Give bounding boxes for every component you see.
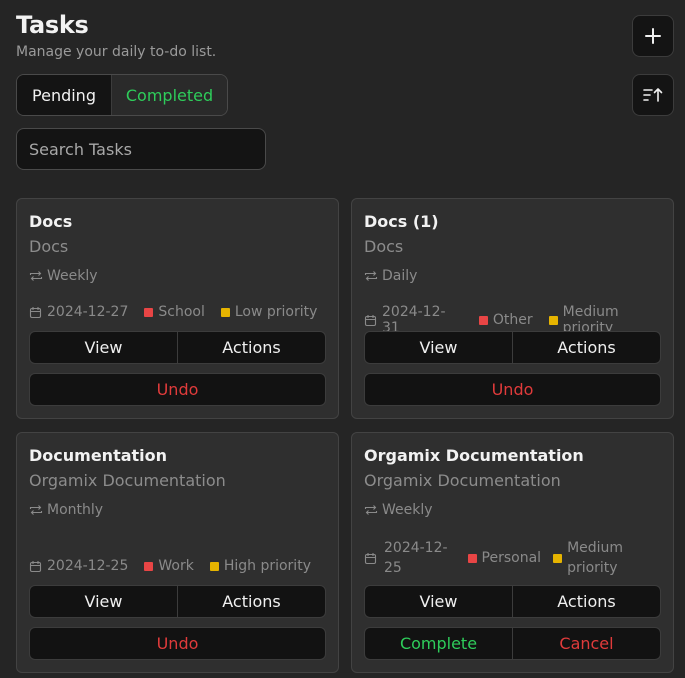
task-priority: High priority	[223, 558, 311, 574]
status-tabs: Pending Completed	[16, 74, 228, 116]
tab-completed[interactable]: Completed	[111, 75, 227, 115]
actions-button[interactable]: Actions	[177, 332, 325, 363]
task-complete-cancel: Complete Cancel	[364, 627, 661, 660]
task-date-line-1: 2024-12-	[384, 540, 448, 556]
repeat-label: Monthly	[47, 502, 104, 518]
sort-ascending-icon	[642, 86, 664, 104]
task-title: Docs (1)	[364, 212, 439, 231]
page-title: Tasks	[16, 11, 89, 39]
calendar-icon	[29, 560, 42, 573]
view-button[interactable]: View	[30, 332, 177, 363]
task-card: Docs (1) Docs Daily 2024-12-31 Other Med…	[351, 198, 674, 419]
priority-color-square	[553, 553, 563, 563]
task-date: 2024-12-27	[47, 304, 129, 320]
task-description: Docs	[364, 237, 404, 256]
task-repeat: Daily	[364, 268, 417, 284]
calendar-icon	[364, 314, 377, 327]
repeat-label: Weekly	[47, 268, 98, 284]
task-priority: Medium priority	[567, 538, 623, 578]
task-card: Docs Docs Weekly 2024-12-27 School Low p…	[16, 198, 339, 419]
plus-icon	[644, 27, 662, 45]
priority-color-square	[220, 307, 230, 317]
add-task-button[interactable]	[632, 15, 674, 57]
repeat-label: Weekly	[382, 502, 433, 518]
calendar-icon	[364, 552, 377, 565]
task-repeat: Weekly	[29, 268, 98, 284]
repeat-icon	[29, 504, 43, 516]
undo-button[interactable]: Undo	[29, 627, 326, 660]
task-repeat: Weekly	[364, 502, 433, 518]
undo-button[interactable]: Undo	[364, 373, 661, 406]
category-color-square	[144, 561, 154, 571]
task-description: Docs	[29, 237, 69, 256]
repeat-icon	[364, 504, 378, 516]
task-meta: 2024-12-27 School Low priority	[29, 304, 317, 320]
task-date-line-2: 25	[384, 560, 402, 576]
task-title: Orgamix Documentation	[364, 446, 584, 465]
page-subtitle: Manage your daily to-do list.	[16, 44, 217, 60]
complete-button[interactable]: Complete	[365, 628, 512, 659]
priority-color-square	[209, 561, 219, 571]
sort-button[interactable]	[632, 74, 674, 116]
task-buttons: View Actions	[364, 585, 661, 618]
repeat-icon	[364, 270, 378, 282]
task-date: 2024-12- 25	[384, 538, 448, 578]
actions-button[interactable]: Actions	[177, 586, 325, 617]
task-title: Docs	[29, 212, 73, 231]
task-priority: Low priority	[234, 304, 318, 320]
task-priority-line-1: Medium	[567, 540, 624, 556]
task-category: Work	[158, 558, 194, 574]
task-description: Orgamix Documentation	[29, 471, 226, 490]
view-button[interactable]: View	[30, 586, 177, 617]
task-buttons: View Actions	[29, 331, 326, 364]
tab-pending[interactable]: Pending	[17, 75, 111, 115]
undo-button[interactable]: Undo	[29, 373, 326, 406]
category-color-square	[144, 307, 154, 317]
view-button[interactable]: View	[365, 332, 512, 363]
task-buttons: View Actions	[29, 585, 326, 618]
repeat-label: Daily	[382, 268, 418, 284]
task-repeat: Monthly	[29, 502, 103, 518]
task-description: Orgamix Documentation	[364, 471, 561, 490]
view-button[interactable]: View	[365, 586, 512, 617]
task-priority-line-2: priority	[567, 560, 618, 576]
task-date: 2024-12-25	[47, 558, 129, 574]
task-category: Other	[492, 312, 533, 328]
search-input[interactable]	[16, 128, 266, 170]
task-buttons: View Actions	[364, 331, 661, 364]
cancel-button[interactable]: Cancel	[512, 628, 660, 659]
actions-button[interactable]: Actions	[512, 586, 660, 617]
category-color-square	[478, 315, 488, 325]
task-meta: 2024-12-25 Work High priority	[29, 558, 311, 574]
task-meta: 2024-12- 25 Personal Medium priority	[364, 538, 623, 578]
priority-color-square	[548, 315, 558, 325]
calendar-icon	[29, 306, 42, 319]
category-color-square	[467, 553, 477, 563]
task-card: Documentation Orgamix Documentation Mont…	[16, 432, 339, 673]
task-title: Documentation	[29, 446, 168, 465]
repeat-icon	[29, 270, 43, 282]
task-category: Personal	[481, 550, 542, 566]
actions-button[interactable]: Actions	[512, 332, 660, 363]
task-card: Orgamix Documentation Orgamix Documentat…	[351, 432, 674, 673]
task-category: School	[158, 304, 205, 320]
